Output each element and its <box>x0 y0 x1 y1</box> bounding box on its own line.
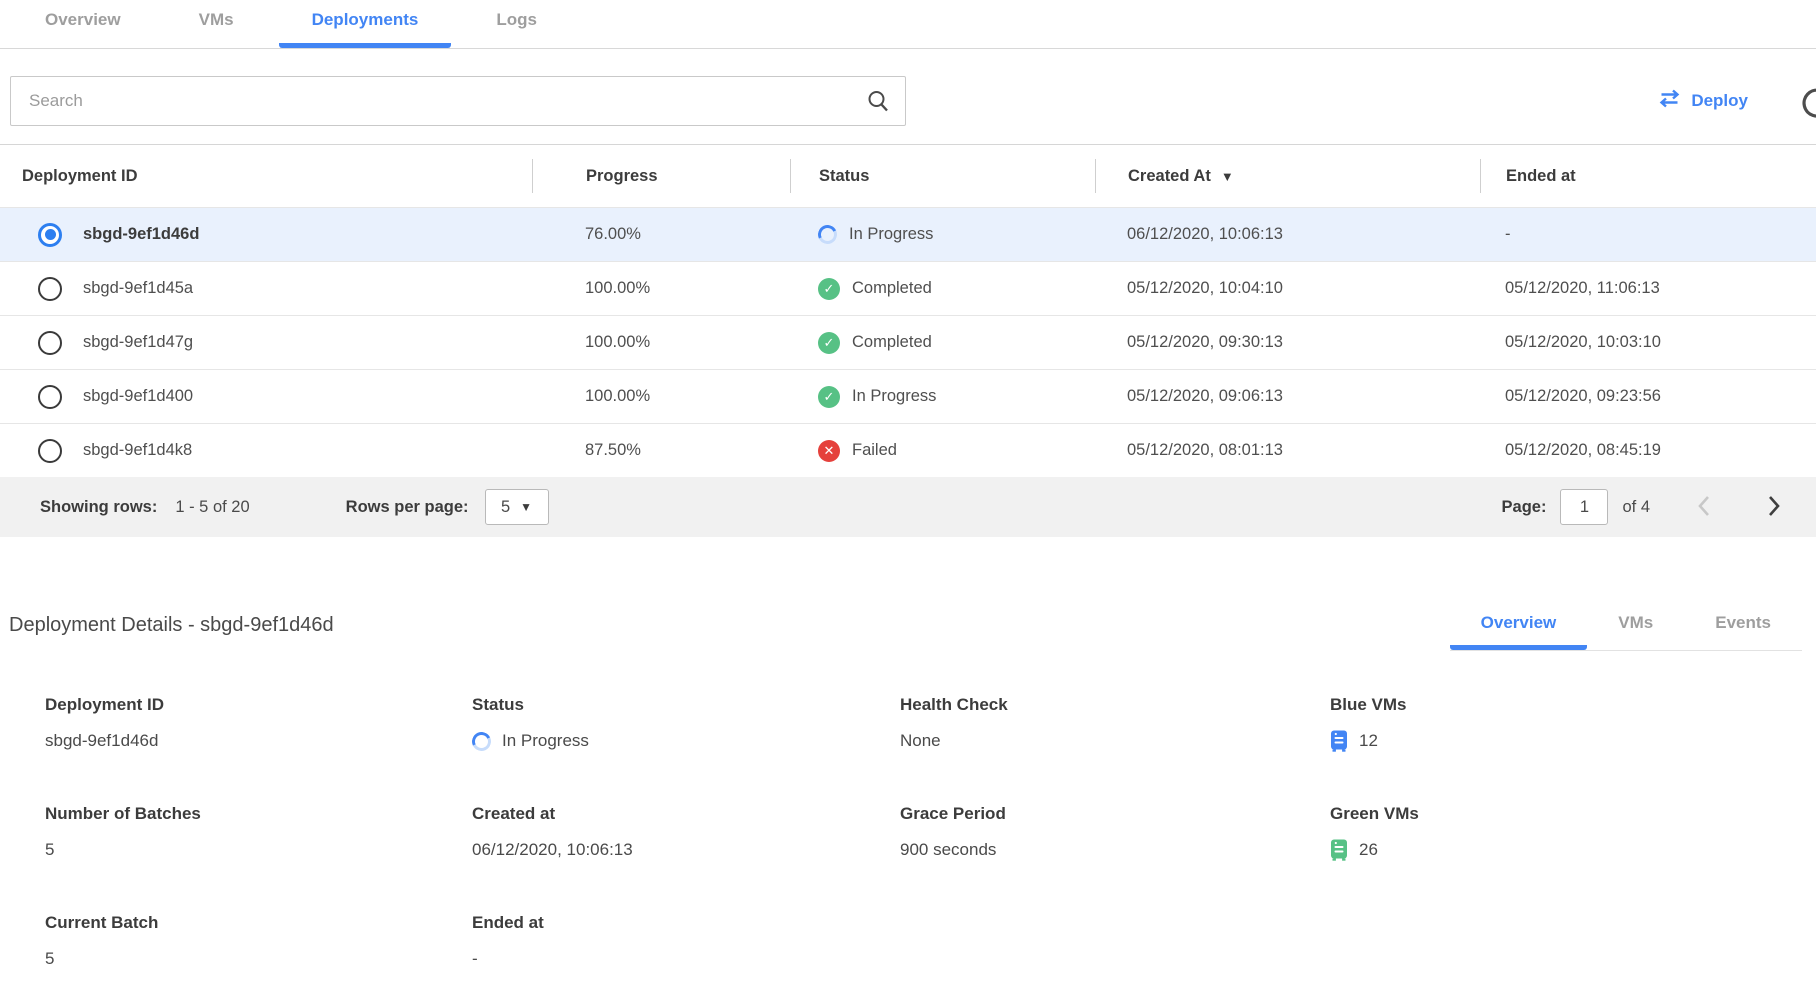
created-at-value: 05/12/2020, 10:04:10 <box>1095 279 1480 298</box>
table-pagination-bar: Showing rows: 1 - 5 of 20 Rows per page:… <box>0 477 1816 537</box>
created-at-value: 05/12/2020, 08:01:13 <box>1095 441 1480 460</box>
deployment-id: sbgd-9ef1d400 <box>83 387 193 406</box>
deploy-button[interactable]: Deploy <box>1658 89 1748 113</box>
status-text: Failed <box>852 441 897 460</box>
chevron-left-icon <box>1696 506 1711 521</box>
search-icon <box>866 89 890 118</box>
deploy-label: Deploy <box>1691 91 1748 111</box>
pager: Page: of 4 <box>1502 489 1786 525</box>
deployment-id: sbgd-9ef1d4k8 <box>83 441 192 460</box>
field-health-check: Health Check None <box>900 695 1330 752</box>
progress-value: 100.00% <box>532 333 790 352</box>
details-tab-vms[interactable]: VMs <box>1587 613 1684 650</box>
ended-at-value: 05/12/2020, 10:03:10 <box>1480 333 1816 352</box>
tab-deployments[interactable]: Deployments <box>279 10 452 48</box>
table-row[interactable]: sbgd-9ef1d400 100.00% ✓ In Progress 05/12… <box>0 369 1816 423</box>
tab-overview[interactable]: Overview <box>12 10 154 48</box>
column-header-ended-at: Ended at <box>1480 159 1816 193</box>
details-header: Deployment Details - sbgd-9ef1d46d Overv… <box>0 613 1816 651</box>
virtual-machine-icon <box>1330 839 1348 861</box>
page-total: of 4 <box>1622 498 1650 517</box>
previous-page-button[interactable] <box>1692 490 1715 525</box>
deployment-id: sbgd-9ef1d46d <box>83 225 199 244</box>
table-row[interactable]: sbgd-9ef1d45a 100.00% ✓ Completed 05/12/2… <box>0 261 1816 315</box>
row-radio[interactable] <box>38 439 62 463</box>
table-row[interactable]: sbgd-9ef1d47g 100.00% ✓ Completed 05/12/2… <box>0 315 1816 369</box>
ended-at-value: 05/12/2020, 11:06:13 <box>1480 279 1816 298</box>
field-ended-at: Ended at - <box>472 913 900 970</box>
ended-at-value: 05/12/2020, 09:23:56 <box>1480 387 1816 406</box>
rows-per-page-label: Rows per page: <box>346 498 469 517</box>
sort-caret-down-icon: ▼ <box>1221 169 1234 184</box>
details-title: Deployment Details - sbgd-9ef1d46d <box>0 614 334 651</box>
tab-vms[interactable]: VMs <box>166 10 267 48</box>
details-tab-overview[interactable]: Overview <box>1450 613 1588 650</box>
field-blue-vms: Blue VMs 12 <box>1330 695 1816 752</box>
deployment-id: sbgd-9ef1d47g <box>83 333 193 352</box>
chevron-right-icon <box>1767 506 1782 521</box>
column-header-created-at[interactable]: Created At▼ <box>1095 159 1480 193</box>
status-text: In Progress <box>849 225 933 244</box>
row-radio[interactable] <box>38 385 62 409</box>
column-header-progress: Progress <box>532 159 790 193</box>
details-grid: Deployment ID sbgd-9ef1d46d Status In Pr… <box>0 695 1816 970</box>
row-radio-selected[interactable] <box>38 223 62 247</box>
refresh-button[interactable] <box>1798 83 1816 124</box>
status-text: Completed <box>852 333 932 352</box>
page-number-input[interactable] <box>1560 489 1608 525</box>
created-at-value: 05/12/2020, 09:06:13 <box>1095 387 1480 406</box>
check-circle-icon: ✓ <box>818 386 840 408</box>
ended-at-value: - <box>1480 225 1816 244</box>
field-number-of-batches: Number of Batches 5 <box>45 804 472 861</box>
next-page-button[interactable] <box>1763 490 1786 525</box>
column-header-status: Status <box>790 159 1095 193</box>
field-current-batch: Current Batch 5 <box>45 913 472 970</box>
created-at-value: 05/12/2020, 09:30:13 <box>1095 333 1480 352</box>
status-text: In Progress <box>852 387 936 406</box>
progress-value: 87.50% <box>532 441 790 460</box>
field-deployment-id: Deployment ID sbgd-9ef1d46d <box>45 695 472 752</box>
status-text: Completed <box>852 279 932 298</box>
in-progress-spinner-icon <box>815 222 839 246</box>
deployments-table: Deployment ID Progress Status Created At… <box>0 144 1816 537</box>
showing-rows-value: 1 - 5 of 20 <box>175 498 249 517</box>
progress-value: 100.00% <box>532 279 790 298</box>
toolbar: Deploy <box>0 75 1816 127</box>
progress-value: 100.00% <box>532 387 790 406</box>
page-label: Page: <box>1502 498 1547 517</box>
virtual-machine-icon <box>1330 730 1348 752</box>
row-radio[interactable] <box>38 331 62 355</box>
created-at-value: 06/12/2020, 10:06:13 <box>1095 225 1480 244</box>
ended-at-value: 05/12/2020, 08:45:19 <box>1480 441 1816 460</box>
details-tab-bar: Overview VMs Events <box>1450 613 1802 651</box>
progress-value: 76.00% <box>532 225 790 244</box>
x-circle-icon: ✕ <box>818 440 840 462</box>
rows-per-page-select[interactable]: 5 ▼ <box>485 489 549 525</box>
column-header-deployment-id: Deployment ID <box>0 159 532 193</box>
in-progress-spinner-icon <box>469 729 493 753</box>
swap-arrows-icon <box>1658 89 1681 113</box>
search-input[interactable] <box>10 76 906 126</box>
field-created-at: Created at 06/12/2020, 10:06:13 <box>472 804 900 861</box>
main-tab-bar: Overview VMs Deployments Logs <box>0 0 1816 49</box>
showing-rows-label: Showing rows: <box>40 498 157 517</box>
details-tab-events[interactable]: Events <box>1684 613 1802 650</box>
row-radio[interactable] <box>38 277 62 301</box>
search-field <box>10 76 906 126</box>
table-row[interactable]: sbgd-9ef1d46d 76.00% In Progress 06/12/2… <box>0 207 1816 261</box>
table-row[interactable]: sbgd-9ef1d4k8 87.50% ✕ Failed 05/12/2020,… <box>0 423 1816 477</box>
table-header-row: Deployment ID Progress Status Created At… <box>0 145 1816 207</box>
field-green-vms: Green VMs 26 <box>1330 804 1816 861</box>
check-circle-icon: ✓ <box>818 332 840 354</box>
tab-logs[interactable]: Logs <box>463 10 570 48</box>
check-circle-icon: ✓ <box>818 278 840 300</box>
caret-down-icon: ▼ <box>520 500 532 514</box>
field-status: Status In Progress <box>472 695 900 752</box>
field-grace-period: Grace Period 900 seconds <box>900 804 1330 861</box>
deployment-id: sbgd-9ef1d45a <box>83 279 193 298</box>
refresh-icon <box>1798 109 1816 124</box>
